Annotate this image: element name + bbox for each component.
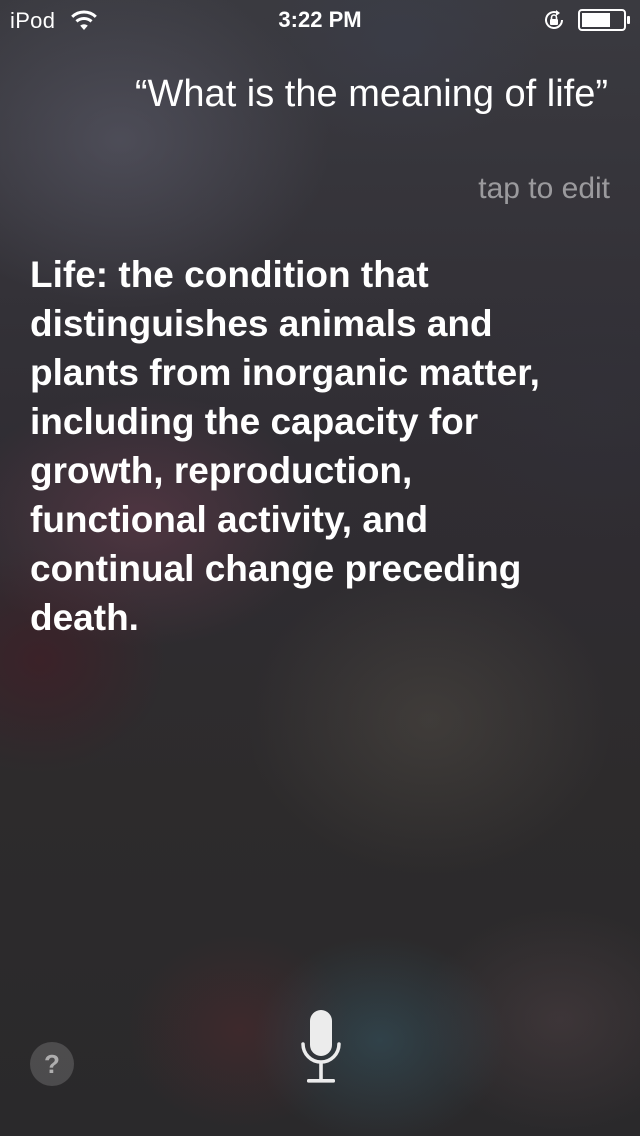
status-bar: iPod 3:22 PM: [0, 0, 640, 40]
help-button[interactable]: ?: [30, 1042, 74, 1086]
microphone-icon[interactable]: [298, 1008, 344, 1086]
tap-to-edit-hint[interactable]: tap to edit: [478, 172, 610, 206]
battery-icon: [578, 9, 630, 31]
siri-answer-text: Life: the condition that distinguishes a…: [30, 254, 540, 638]
rotation-lock-icon: [545, 10, 563, 29]
siri-query-text[interactable]: “What is the meaning of life”: [128, 70, 608, 118]
